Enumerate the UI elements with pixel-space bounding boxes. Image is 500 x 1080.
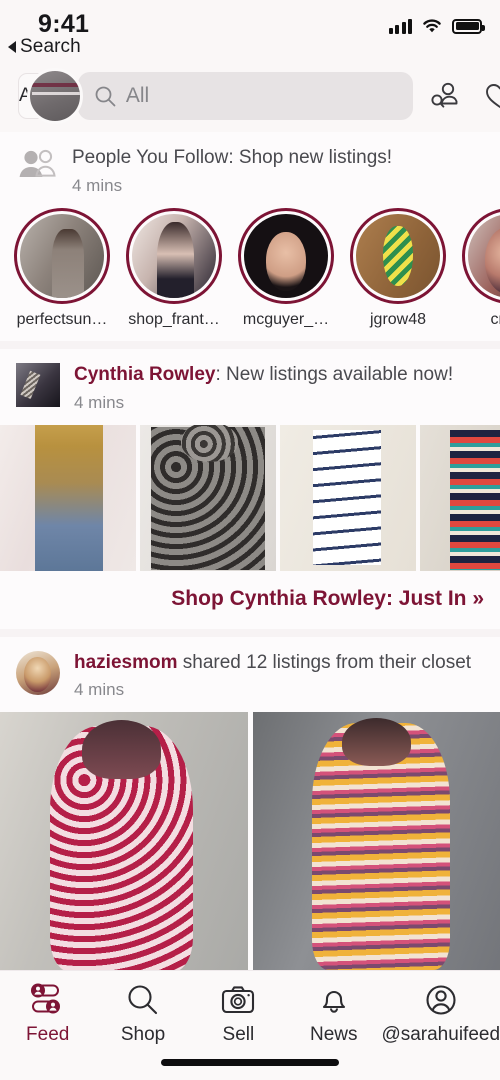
story-item[interactable]: cmun — [462, 207, 500, 329]
user-post-card: haziesmom shared 12 listings from their … — [0, 636, 500, 1016]
search-bar[interactable] — [77, 72, 413, 120]
post-username[interactable]: haziesmom — [74, 652, 177, 673]
search-input[interactable] — [125, 84, 397, 108]
story-ring[interactable] — [350, 207, 446, 304]
back-arrow-icon — [8, 41, 16, 53]
bell-icon — [317, 981, 351, 1019]
card-timestamp: 4 mins — [74, 680, 125, 700]
search-icon — [125, 981, 161, 1019]
people-you-follow-card: People You Follow: Shop new listings! 4 … — [0, 132, 500, 341]
tab-news[interactable]: News — [286, 981, 381, 1046]
brand-listing-photo[interactable] — [280, 424, 416, 571]
camera-icon — [220, 981, 256, 1019]
brand-thumbnail[interactable] — [16, 362, 60, 407]
card-header: Cynthia Rowley: New listings available n… — [0, 349, 500, 425]
story-avatar — [132, 213, 216, 298]
card-header: haziesmom shared 12 listings from their … — [0, 637, 500, 713]
home-indicator — [161, 1059, 339, 1066]
status-bar: 9:41 Search — [0, 0, 500, 60]
brand-name[interactable]: Cynthia Rowley — [74, 364, 215, 385]
story-username: mcguyer_… — [242, 310, 330, 328]
search-icon — [95, 86, 116, 107]
app-header: ALL — [0, 60, 500, 132]
user-listing-photos[interactable] — [0, 712, 500, 981]
brand-listing-photo[interactable] — [140, 424, 276, 571]
story-item[interactable]: jgrow48 — [350, 207, 446, 329]
battery-full-icon — [452, 18, 485, 34]
post-action-text: shared 12 listings from their closet — [177, 651, 472, 673]
story-avatar — [244, 213, 328, 298]
tab-shop[interactable]: Shop — [95, 981, 190, 1046]
brand-post-card: Cynthia Rowley: New listings available n… — [0, 348, 500, 629]
account-icon — [424, 981, 458, 1019]
tab-label: Feed — [26, 1024, 70, 1045]
story-avatar — [20, 213, 104, 298]
back-to-search-button[interactable]: Search — [8, 36, 81, 58]
heart-icon[interactable] — [479, 75, 500, 117]
story-avatar — [356, 213, 440, 298]
brand-listing-photo[interactable] — [420, 424, 500, 571]
tab-feed[interactable]: Feed — [0, 981, 95, 1046]
tab-label: @sarahuifeed — [381, 1024, 500, 1045]
card-title: People You Follow: Shop new listings! — [72, 147, 393, 168]
story-username: perfectsun… — [16, 310, 108, 328]
card-timestamp: 4 mins — [72, 175, 123, 195]
story-username: cmun — [490, 310, 500, 328]
status-bar-time: 9:41 — [38, 10, 90, 38]
story-username: shop_frant… — [128, 310, 220, 328]
story-ring[interactable] — [238, 207, 334, 304]
story-avatar — [468, 213, 500, 298]
stories-row[interactable]: perfectsun… shop_frant… mcguyer_… jgrow48 cm… — [0, 207, 500, 341]
people-group-icon — [19, 149, 56, 177]
tab-sarahuifeed[interactable]: @sarahuifeed — [381, 981, 500, 1046]
story-item[interactable]: mcguyer_… — [238, 207, 334, 329]
shop-brand-link[interactable]: Shop Cynthia Rowley: Just In » — [0, 571, 500, 629]
story-username: jgrow48 — [369, 310, 427, 328]
app-screen: 9:41 Search ALL — [0, 0, 500, 1080]
card-title: haziesmom shared 12 listings from their … — [74, 651, 471, 675]
brand-photo-strip[interactable] — [0, 424, 500, 571]
card-header: People You Follow: Shop new listings! 4 … — [0, 132, 500, 208]
story-ring[interactable] — [14, 207, 110, 304]
card-title: Cynthia Rowley: New listings available n… — [74, 363, 453, 387]
story-item[interactable]: shop_frant… — [126, 207, 222, 329]
story-ring[interactable] — [462, 207, 500, 304]
tab-label: Shop — [120, 1024, 166, 1045]
back-label: Search — [20, 36, 81, 57]
tab-label: Sell — [222, 1024, 255, 1045]
brand-listing-photo[interactable] — [0, 424, 136, 571]
card-timestamp: 4 mins — [74, 392, 125, 412]
find-people-icon[interactable] — [425, 75, 467, 117]
story-item[interactable]: perfectsun… — [14, 207, 110, 329]
brand-title-rest: : New listings available now! — [215, 363, 454, 385]
tab-label: News — [310, 1024, 358, 1045]
story-ring[interactable] — [126, 207, 222, 304]
user-avatar[interactable] — [27, 68, 83, 124]
wifi-icon — [423, 19, 441, 33]
tab-sell[interactable]: Sell — [191, 981, 286, 1046]
user-listing-photo[interactable] — [0, 712, 248, 981]
cellular-signal-icon — [388, 18, 412, 34]
category-filter-all-button[interactable]: ALL — [18, 68, 83, 124]
feed-icon — [29, 981, 67, 1019]
status-bar-indicators — [388, 18, 485, 34]
user-listing-photo[interactable] — [252, 712, 500, 981]
user-avatar-thumbnail[interactable] — [16, 650, 60, 695]
